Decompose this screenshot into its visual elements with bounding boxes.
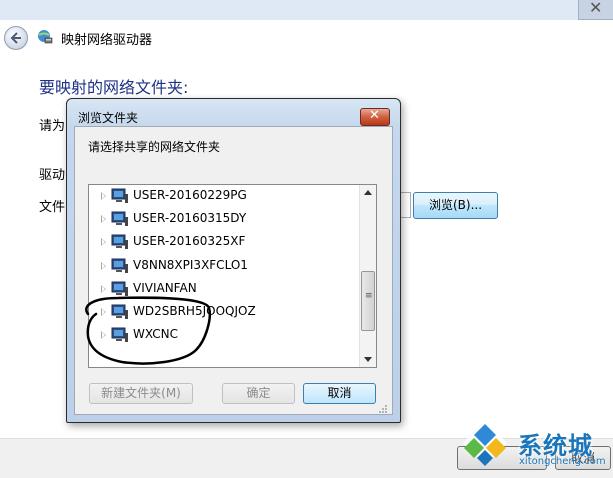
resize-grip-icon[interactable]: [378, 404, 388, 414]
drive-label: 驱动: [39, 168, 66, 183]
close-icon: ✕: [369, 108, 380, 123]
back-button[interactable]: [4, 26, 28, 50]
dialog-title: 浏览文件夹: [78, 111, 139, 125]
watermark-url: xitongcheng.com: [519, 456, 606, 467]
dialog-cancel-button[interactable]: 取消: [303, 383, 376, 404]
instruction-label: 请为: [39, 119, 66, 134]
computer-icon: [111, 211, 128, 226]
tree-item-label: USER-20160325XF: [133, 234, 246, 248]
tree-scrollbar[interactable]: ≡: [359, 185, 376, 367]
window-title: 映射网络驱动器: [61, 33, 153, 48]
dialog-prompt: 请选择共享的网络文件夹: [88, 140, 221, 154]
expand-arrow-icon[interactable]: [101, 262, 106, 270]
expand-arrow-icon[interactable]: [101, 192, 106, 200]
grip-icon: ≡: [365, 291, 373, 301]
expand-arrow-icon[interactable]: [101, 238, 106, 246]
new-folder-button[interactable]: 新建文件夹(M): [89, 383, 193, 404]
window-top-strip: [0, 0, 613, 20]
close-icon: ✕: [589, 0, 603, 17]
window-close-button[interactable]: ✕: [578, 0, 613, 20]
scroll-down-arrow-icon[interactable]: [360, 351, 376, 367]
tree-item[interactable]: USER-20160325XF: [99, 233, 359, 253]
back-arrow-icon: [10, 32, 21, 44]
page-heading: 要映射的网络文件夹:: [39, 78, 189, 97]
scroll-thumb[interactable]: ≡: [361, 271, 375, 331]
annotation-circle: [85, 296, 211, 365]
tree-item-label: USER-20160229PG: [133, 188, 247, 202]
tree-item[interactable]: USER-20160229PG: [99, 187, 359, 207]
ok-button[interactable]: 确定: [222, 383, 295, 404]
computer-icon: [111, 234, 128, 249]
tree-item[interactable]: V8NN8XPI3XFCLO1: [99, 257, 359, 277]
browse-button[interactable]: 浏览(B)...: [413, 192, 498, 219]
tree-item-label: USER-20160315DY: [133, 211, 247, 225]
folder-label: 文件: [39, 200, 66, 215]
network-drive-icon: [38, 30, 53, 44]
watermark-logo-icon: [463, 421, 507, 466]
expand-arrow-icon[interactable]: [101, 215, 106, 223]
computer-icon: [111, 188, 128, 203]
tree-item[interactable]: USER-20160315DY: [99, 210, 359, 230]
scroll-up-arrow-icon[interactable]: [360, 185, 376, 201]
computer-icon: [111, 258, 128, 273]
dialog-close-button[interactable]: ✕: [360, 108, 390, 126]
tree-item-label: V8NN8XPI3XFCLO1: [133, 258, 248, 272]
